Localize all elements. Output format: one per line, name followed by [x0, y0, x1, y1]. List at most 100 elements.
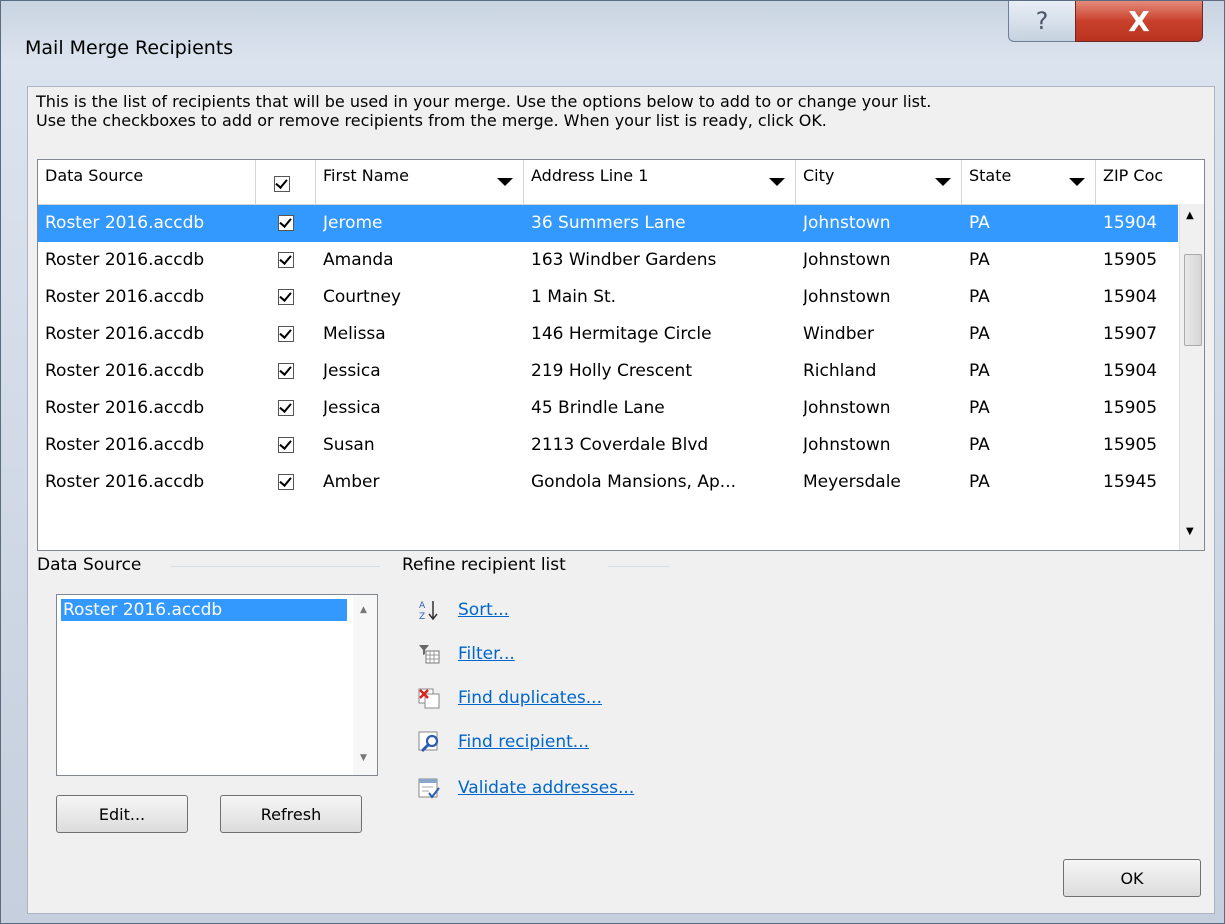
cell-zip: 15945	[1103, 472, 1158, 492]
table-row[interactable]: Roster 2016.accdb Jerome 36 Summers Lane Jo…	[38, 205, 1178, 242]
cell-data-source: Roster 2016.accdb	[45, 324, 205, 344]
column-label: State	[969, 166, 1012, 185]
filter-link-label[interactable]: Filter...	[458, 644, 515, 664]
dialog-content: This is the list of recipients that will…	[27, 86, 1215, 914]
column-zip-code[interactable]: ZIP Coc	[1096, 160, 1178, 204]
sort-link[interactable]: AZ Sort...	[416, 595, 509, 625]
validate-addresses-link-label[interactable]: Validate addresses...	[458, 778, 634, 798]
cell-state: PA	[969, 250, 990, 270]
find-recipient-link-label[interactable]: Find recipient...	[458, 732, 589, 752]
close-button[interactable]: X	[1075, 1, 1203, 42]
divider	[170, 566, 380, 567]
cell-state: PA	[969, 435, 990, 455]
include-checkbox[interactable]	[278, 289, 294, 305]
table-row[interactable]: Roster 2016.accdb Susan 2113 Coverdale Blv…	[38, 427, 1178, 464]
cell-state: PA	[969, 213, 990, 233]
cell-city: Johnstown	[803, 213, 891, 233]
column-first-name[interactable]: First Name	[316, 160, 524, 204]
include-checkbox[interactable]	[278, 215, 294, 231]
cell-data-source: Roster 2016.accdb	[45, 287, 205, 307]
table-row[interactable]: Roster 2016.accdb Amber Gondola Mansions, …	[38, 464, 1178, 501]
cell-first-name: Amber	[323, 472, 380, 492]
dropdown-arrow-icon[interactable]	[769, 178, 785, 186]
data-source-list[interactable]: Roster 2016.accdb ▲ ▼	[56, 594, 378, 776]
table-row[interactable]: Roster 2016.accdb Courtney 1 Main St. Johns…	[38, 279, 1178, 316]
cell-address: Gondola Mansions, Ap...	[531, 472, 736, 492]
cell-first-name: Susan	[323, 435, 375, 455]
cell-address: 36 Summers Lane	[531, 213, 686, 233]
cell-first-name: Amanda	[323, 250, 394, 270]
cell-data-source: Roster 2016.accdb	[45, 250, 205, 270]
cell-city: Windber	[803, 324, 874, 344]
select-all-checkbox[interactable]	[274, 176, 290, 192]
include-checkbox[interactable]	[278, 400, 294, 416]
refresh-button[interactable]: Refresh	[220, 795, 362, 833]
cell-data-source: Roster 2016.accdb	[45, 361, 205, 381]
column-include-checkbox[interactable]	[256, 160, 316, 204]
column-address-line-1[interactable]: Address Line 1	[524, 160, 796, 204]
cell-city: Johnstown	[803, 398, 891, 418]
dropdown-arrow-icon[interactable]	[935, 178, 951, 186]
cell-data-source: Roster 2016.accdb	[45, 398, 205, 418]
find-duplicates-icon	[416, 685, 442, 711]
include-checkbox[interactable]	[278, 252, 294, 268]
cell-city: Meyersdale	[803, 472, 901, 492]
column-state[interactable]: State	[962, 160, 1096, 204]
table-row[interactable]: Roster 2016.accdb Jessica 45 Brindle Lane J…	[38, 390, 1178, 427]
scroll-down-icon[interactable]: ▼	[1186, 526, 1194, 537]
cell-zip: 15904	[1103, 287, 1158, 307]
instructions-line-2: Use the checkboxes to add or remove reci…	[36, 111, 827, 130]
table-row[interactable]: Roster 2016.accdb Amanda 163 Windber Garde…	[38, 242, 1178, 279]
include-checkbox[interactable]	[278, 326, 294, 342]
filter-link[interactable]: Filter...	[416, 639, 515, 669]
dropdown-arrow-icon[interactable]	[497, 178, 513, 186]
dialog-title: Mail Merge Recipients	[25, 37, 234, 59]
cell-state: PA	[969, 472, 990, 492]
instructions: This is the list of recipients that will…	[36, 92, 931, 130]
column-data-source[interactable]: Data Source	[38, 160, 256, 204]
include-checkbox[interactable]	[278, 363, 294, 379]
divider	[608, 566, 670, 567]
find-recipient-link[interactable]: Find recipient...	[416, 727, 589, 757]
column-label: Data Source	[45, 166, 144, 185]
scroll-up-icon[interactable]: ▲	[360, 605, 367, 615]
recipients-grid[interactable]: Data Source First Name Address Line 1 Ci…	[37, 159, 1205, 551]
cell-address: 146 Hermitage Circle	[531, 324, 712, 344]
validate-addresses-icon	[416, 775, 442, 801]
dropdown-arrow-icon[interactable]	[1069, 178, 1085, 186]
filter-icon	[416, 641, 442, 667]
cell-first-name: Jerome	[323, 213, 383, 233]
sort-link-label[interactable]: Sort...	[458, 600, 509, 620]
cell-state: PA	[969, 361, 990, 381]
cell-first-name: Melissa	[323, 324, 386, 344]
scroll-up-icon[interactable]: ▲	[1186, 210, 1194, 221]
table-row[interactable]: Roster 2016.accdb Melissa 146 Hermitage Ci…	[38, 316, 1178, 353]
help-button[interactable]: ?	[1008, 1, 1076, 42]
cell-address: 163 Windber Gardens	[531, 250, 717, 270]
column-label: First Name	[323, 166, 409, 185]
cell-city: Johnstown	[803, 287, 891, 307]
data-source-item[interactable]: Roster 2016.accdb	[61, 599, 347, 621]
cell-data-source: Roster 2016.accdb	[45, 472, 205, 492]
include-checkbox[interactable]	[278, 437, 294, 453]
include-checkbox[interactable]	[278, 474, 294, 490]
vertical-scroll-thumb[interactable]	[1184, 254, 1202, 346]
scroll-down-icon[interactable]: ▼	[360, 753, 367, 763]
column-city[interactable]: City	[796, 160, 962, 204]
cell-zip: 15904	[1103, 213, 1158, 233]
cell-state: PA	[969, 287, 990, 307]
cell-first-name: Courtney	[323, 287, 401, 307]
table-row[interactable]: Roster 2016.accdb Jessica 219 Holly Cresce…	[38, 353, 1178, 390]
cell-data-source: Roster 2016.accdb	[45, 213, 205, 233]
edit-button[interactable]: Edit...	[56, 795, 188, 833]
data-source-scrollbar[interactable]: ▲ ▼	[353, 595, 377, 775]
find-duplicates-link-label[interactable]: Find duplicates...	[458, 688, 602, 708]
cell-state: PA	[969, 324, 990, 344]
ok-button[interactable]: OK	[1063, 859, 1201, 897]
vertical-scrollbar[interactable]: ▲ ▼	[1179, 204, 1204, 550]
cell-state: PA	[969, 398, 990, 418]
validate-addresses-link[interactable]: Validate addresses...	[416, 773, 634, 803]
find-duplicates-link[interactable]: Find duplicates...	[416, 683, 602, 713]
find-recipient-icon	[416, 729, 442, 755]
grid-header: Data Source First Name Address Line 1 Ci…	[38, 160, 1178, 205]
